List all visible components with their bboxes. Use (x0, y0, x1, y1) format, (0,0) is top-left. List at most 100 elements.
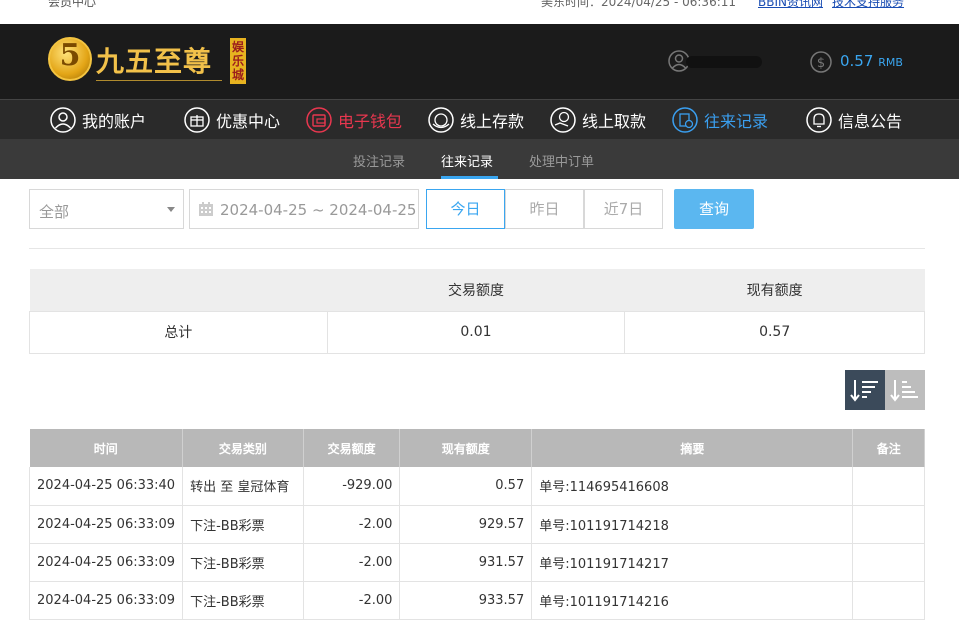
cell-summary: 单号:101191714217 (531, 543, 854, 582)
cell-time: 2024-04-25 06:33:09 (28, 543, 184, 582)
last-7-days-button[interactable]: 近7日 (584, 189, 663, 229)
logo-underline (96, 80, 222, 81)
nav-label: 往来记录 (704, 112, 769, 131)
cell-note (852, 543, 925, 582)
tech-support-link[interactable]: 技术支持服务 (832, 0, 904, 10)
nav-online-deposit[interactable]: 线上存款 (428, 100, 524, 140)
cell-type: 下注-BB彩票 (182, 543, 304, 582)
type-select[interactable]: 全部 (29, 189, 184, 229)
withdraw-icon (550, 107, 576, 133)
logo-name: 九五至尊 (96, 45, 213, 78)
summary-total-balance: 0.57 (624, 310, 925, 354)
nav-online-withdraw[interactable]: 线上取款 (550, 100, 646, 140)
summary-table: 交易额度 现有额度 总计 0.01 0.57 (29, 269, 925, 354)
cell-time: 2024-04-25 06:33:40 (28, 467, 184, 506)
cell-amount: -2.00 (303, 543, 401, 582)
member-center-link[interactable]: 会员中心 (48, 0, 96, 10)
nav-announcements[interactable]: 信息公告 (806, 100, 902, 140)
nav-label: 优惠中心 (216, 112, 281, 131)
header-amount: 交易额度 (303, 429, 401, 467)
query-button[interactable]: 查询 (674, 189, 754, 229)
nav-label: 线上取款 (582, 112, 647, 131)
table-row: 2024-04-25 06:33:09 下注-BB彩票 -2.00 929.57… (28, 505, 925, 544)
cell-note (852, 581, 925, 620)
gift-icon (184, 107, 210, 133)
cell-type: 转出 至 皇冠体育 (182, 467, 304, 506)
cell-balance: 929.57 (399, 505, 533, 544)
subtab-pending-orders[interactable]: 处理中订单 (529, 151, 594, 170)
wallet-icon (306, 107, 332, 133)
cell-summary: 单号:101191714218 (531, 505, 854, 544)
eastern-time-label: 美东时间：2024/04/25 - 06:36:11 (541, 0, 737, 9)
header-time: 时间 (29, 429, 184, 467)
balance-value: 0.57 RMB (840, 52, 903, 70)
summary-header-cell: 现有额度 (624, 269, 925, 311)
cell-amount: -929.00 (303, 467, 401, 506)
nav-promotions[interactable]: 优惠中心 (184, 100, 280, 140)
summary-total-label: 总计 (29, 310, 328, 354)
table-row: 2024-04-25 06:33:09 下注-BB彩票 -2.00 931.57… (28, 543, 925, 582)
cell-balance: 933.57 (399, 581, 533, 620)
cell-time: 2024-04-25 06:33:09 (28, 505, 184, 544)
chevron-down-icon (167, 207, 175, 212)
site-logo[interactable]: 5 九五至尊 娱乐城 (48, 34, 248, 89)
records-header-row: 时间 交易类别 交易额度 现有额度 摘要 备注 (29, 429, 925, 467)
cell-amount: -2.00 (303, 581, 401, 620)
site-header: 5 九五至尊 娱乐城 $ 0.57 RMB (0, 24, 959, 99)
nav-e-wallet[interactable]: 电子钱包 (306, 100, 402, 140)
records-icon (672, 107, 698, 133)
cell-type: 下注-BB彩票 (182, 505, 304, 544)
records-table: 时间 交易类别 交易额度 现有额度 摘要 备注 2024-04-25 06:33… (28, 429, 925, 620)
dollar-icon: $ (810, 51, 832, 73)
header-type: 交易类别 (182, 429, 304, 467)
active-tab-indicator (441, 176, 498, 179)
divider (29, 248, 925, 249)
bbin-info-link[interactable]: BBIN资讯网 (758, 0, 823, 10)
username-redacted (686, 56, 762, 68)
summary-total-amount: 0.01 (326, 310, 626, 354)
nav-transaction-records[interactable]: 往来记录 (672, 100, 768, 140)
deposit-icon (428, 107, 454, 133)
cell-type: 下注-BB彩票 (182, 581, 304, 620)
cell-time: 2024-04-25 06:33:09 (28, 581, 184, 620)
sort-desc-button[interactable] (845, 370, 885, 410)
cell-note (852, 505, 925, 544)
yesterday-button[interactable]: 昨日 (505, 189, 584, 229)
main-nav: 我的账户 优惠中心 电子钱包 线上存款 线上取款 往来记录 信息公告 (0, 99, 959, 139)
date-range-input[interactable]: 2024-04-25 ~ 2024-04-25 (189, 189, 419, 229)
logo-number: 5 (59, 38, 81, 73)
sort-ascending-icon (890, 380, 918, 402)
date-range-value: 2024-04-25 ~ 2024-04-25 (220, 201, 417, 219)
summary-header-cell: 交易额度 (327, 269, 625, 311)
today-button[interactable]: 今日 (426, 189, 505, 229)
cell-amount: -2.00 (303, 505, 401, 544)
cell-summary: 单号:114695416608 (531, 467, 854, 506)
cell-balance: 0.57 (399, 467, 533, 506)
nav-label: 线上存款 (460, 112, 525, 131)
summary-header-cell (29, 269, 328, 311)
nav-label: 信息公告 (838, 112, 903, 131)
summary-header-row: 交易额度 现有额度 (29, 269, 925, 311)
svg-text:$: $ (817, 56, 825, 71)
cell-summary: 单号:101191714216 (531, 581, 854, 620)
table-row: 2024-04-25 06:33:09 下注-BB彩票 -2.00 933.57… (28, 581, 925, 620)
top-bar: 会员中心 美东时间：2024/04/25 - 06:36:11 BBIN资讯网 … (0, 0, 959, 24)
balance-display: $ 0.57 RMB (810, 51, 903, 77)
nav-my-account[interactable]: 我的账户 (50, 100, 146, 140)
header-balance: 现有额度 (399, 429, 533, 467)
bell-icon (806, 107, 832, 133)
sub-nav: 投注记录 往来记录 处理中订单 (0, 139, 959, 179)
type-select-value: 全部 (39, 203, 70, 221)
sort-descending-icon (850, 380, 878, 402)
table-row: 2024-04-25 06:33:40 转出 至 皇冠体育 -929.00 0.… (28, 467, 925, 506)
subtab-transaction-records[interactable]: 往来记录 (441, 151, 493, 170)
sort-asc-button[interactable] (885, 370, 925, 410)
calendar-icon (199, 202, 213, 216)
subtab-bet-records[interactable]: 投注记录 (353, 151, 405, 170)
user-info[interactable] (668, 50, 768, 74)
header-note: 备注 (852, 429, 925, 467)
nav-label: 电子钱包 (338, 112, 403, 131)
sort-toggle (845, 370, 925, 410)
cell-balance: 931.57 (399, 543, 533, 582)
summary-total-row: 总计 0.01 0.57 (29, 310, 925, 354)
